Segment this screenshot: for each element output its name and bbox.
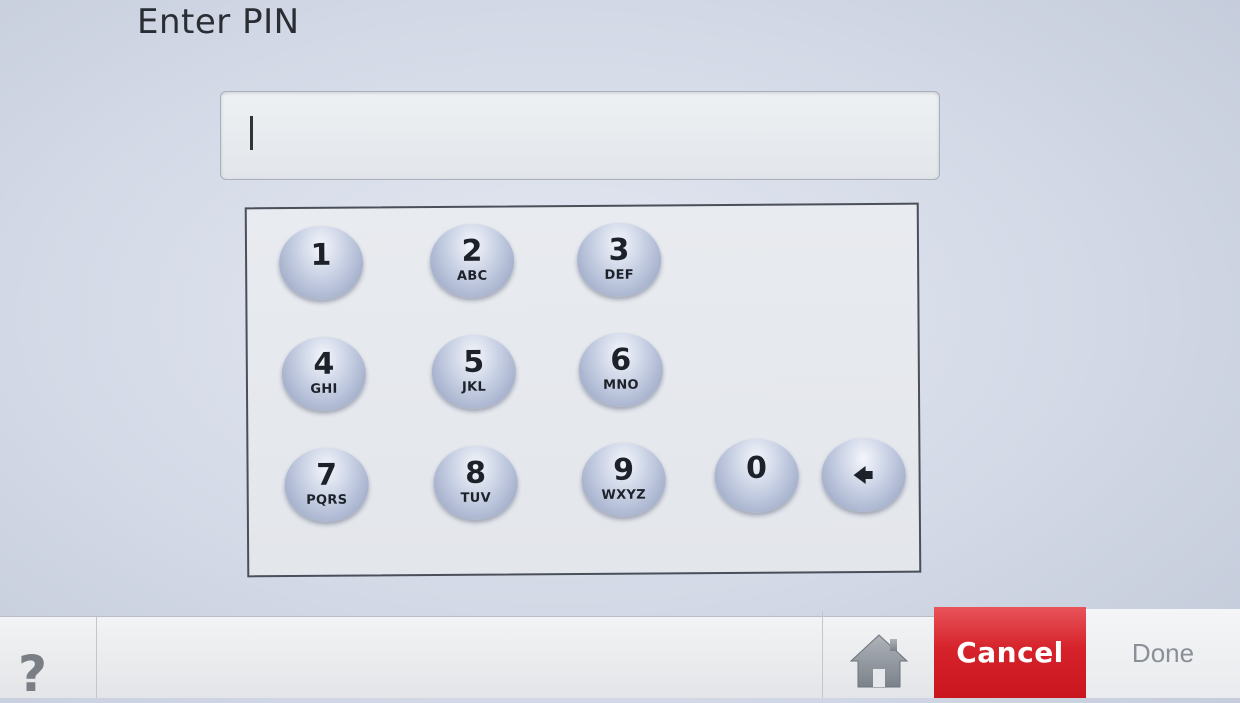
key-number: 5	[463, 344, 485, 380]
key-letters: ABC	[456, 268, 488, 284]
key-letters: TUV	[460, 490, 491, 506]
key-number: 2	[461, 233, 483, 269]
text-cursor	[250, 116, 253, 150]
key-number: 8	[465, 455, 487, 491]
numeric-keypad: 1 2 ABC 3 DEF 4 GHI 5 JKL 6 MNO 7 PQRS 8…	[244, 202, 922, 578]
backspace-icon	[853, 466, 866, 485]
key-7[interactable]: 7 PQRS	[284, 447, 369, 523]
key-letters: WXYZ	[601, 487, 646, 503]
key-number: 9	[613, 452, 635, 488]
key-3[interactable]: 3 DEF	[576, 222, 662, 298]
key-5[interactable]: 5 JKL	[431, 334, 517, 410]
key-number: 3	[608, 232, 630, 268]
help-button[interactable]: ?	[0, 617, 97, 703]
key-letters: JKL	[461, 379, 487, 395]
key-number: 4	[313, 346, 335, 382]
home-button[interactable]	[822, 611, 935, 698]
key-number: 1	[310, 237, 332, 273]
key-letters: PQRS	[306, 492, 348, 508]
key-0[interactable]: 0	[714, 438, 799, 514]
key-number: 6	[610, 342, 632, 378]
key-4[interactable]: 4 GHI	[281, 336, 367, 412]
key-letters: DEF	[604, 267, 634, 283]
key-letters: MNO	[603, 377, 639, 393]
key-1[interactable]: 1	[278, 225, 364, 301]
key-9[interactable]: 9 WXYZ	[581, 442, 666, 518]
key-number: 7	[316, 457, 338, 493]
help-icon: ?	[18, 645, 48, 703]
backspace-button[interactable]	[821, 437, 906, 513]
done-button[interactable]: Done	[1086, 609, 1240, 698]
home-icon	[849, 634, 909, 688]
page-title: Enter PIN	[137, 2, 300, 42]
key-number: 0	[745, 450, 768, 486]
key-8[interactable]: 8 TUV	[433, 445, 518, 521]
key-6[interactable]: 6 MNO	[578, 332, 664, 408]
cancel-button[interactable]: Cancel	[934, 607, 1086, 698]
bottom-bar: ? Cancel Done	[0, 607, 1240, 703]
pin-input[interactable]	[220, 91, 940, 180]
key-letters: GHI	[310, 381, 338, 397]
key-2[interactable]: 2 ABC	[429, 223, 515, 299]
